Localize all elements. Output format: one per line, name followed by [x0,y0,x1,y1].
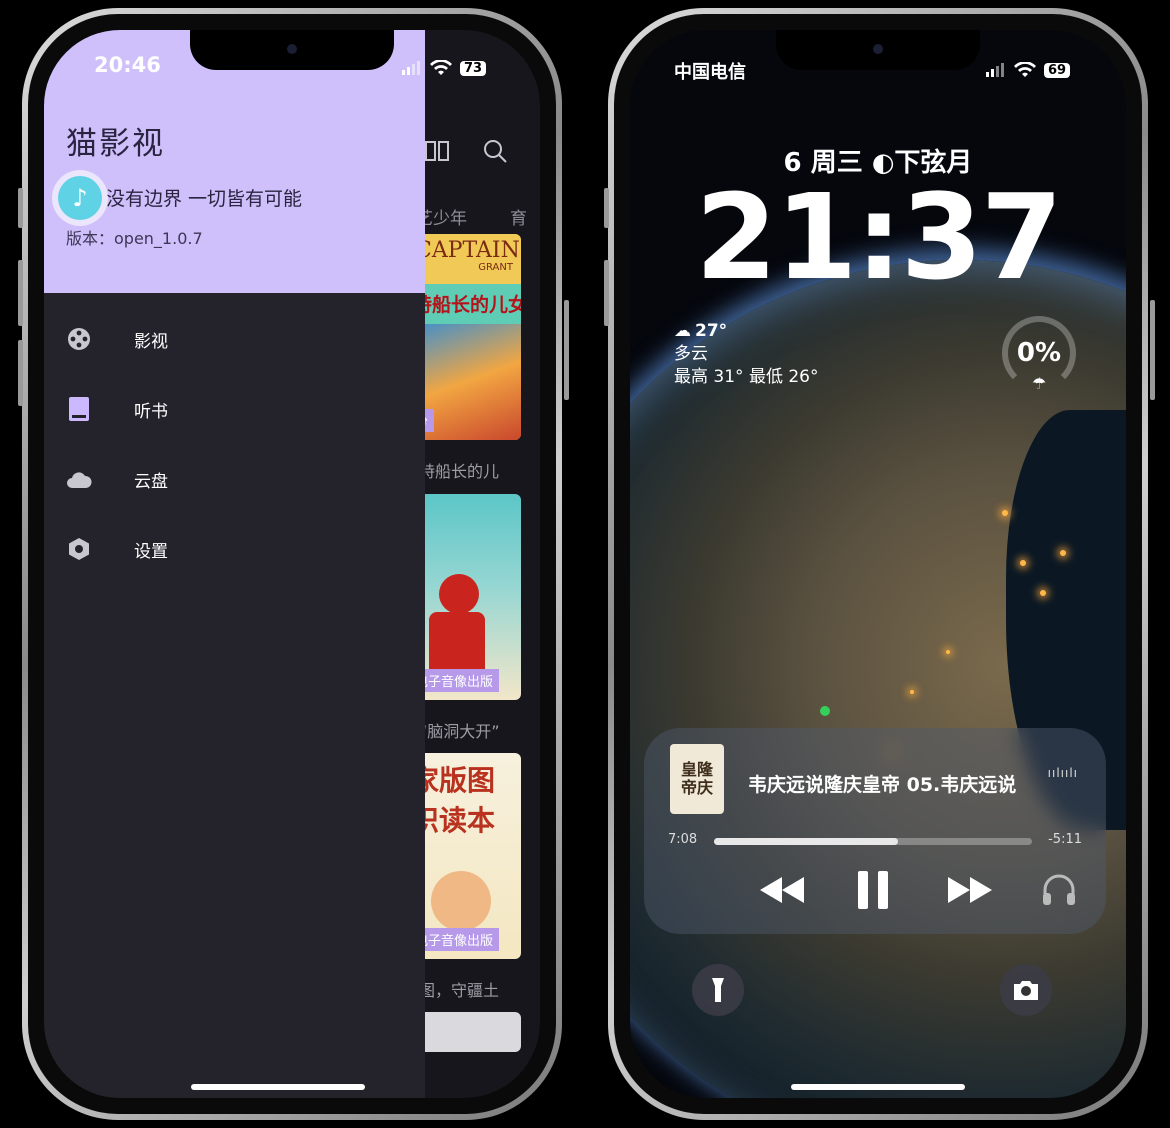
film-reel-icon [64,324,94,354]
wifi-icon [430,60,452,75]
wifi-icon [1014,62,1036,77]
app-screen: 艺少年 育 CAPTAIN GRANT 特船长的儿女 分 特船长的儿 电子音像出… [44,30,540,1098]
cover-cn-title: 特船长的儿女 [409,284,521,324]
progress-bar[interactable] [714,838,1032,845]
cover-cn-title: 家版图 [411,764,496,797]
lock-screen: 中国电信 69 6 周三 ◐下弦月 21:37 ☁ 27° 多云 最高 31° … [630,30,1126,1098]
weather-widget[interactable]: ☁ 27° 多云 最高 31° 最低 26° [674,320,818,389]
status-icons: 73 [402,60,487,76]
weather-condition: 多云 [674,344,708,364]
behind-tab[interactable]: 育 [510,204,527,229]
camera-icon [1014,981,1038,1000]
lock-time: 21:37 [695,168,1063,306]
fast-forward-button[interactable] [948,868,992,912]
book-cover[interactable]: 家版图 识读本 电子音像出版 [409,753,521,959]
status-time: 20:46 [94,53,161,77]
gear-hex-icon [64,534,94,564]
book-open-icon[interactable] [424,138,450,164]
rewind-icon [760,877,804,903]
menu-item-label: 听书 [134,401,168,422]
elapsed-time: 7:08 [668,832,698,847]
umbrella-icon: ☂ [1032,374,1047,393]
pause-icon [858,871,888,909]
app-slogan: 没有边界 一切皆有可能 [106,188,303,210]
cover-caption: “脑洞大开” [419,722,500,741]
battery-indicator: 73 [460,60,487,76]
status-icons: 69 [986,62,1071,78]
book-icon [64,394,94,424]
menu-item-label: 影视 [134,331,168,352]
weather-temp: 27° [695,321,728,341]
book-cover[interactable] [409,1012,521,1052]
menu-item-cloud[interactable]: 云盘 [64,459,168,499]
fast-forward-icon [948,877,992,903]
audio-wave-icon: ıılıılı [1047,766,1078,780]
menu-item-label: 设置 [134,541,168,562]
phone-frame-left: 艺少年 育 CAPTAIN GRANT 特船长的儿女 分 特船长的儿 电子音像出… [22,8,562,1120]
playback-controls [644,868,1106,912]
app-version: 版本：open_1.0.7 [66,229,203,248]
app-title: 猫影视 [66,126,165,162]
book-cover[interactable]: CAPTAIN GRANT 特船长的儿女 分 [409,234,521,440]
now-playing-widget[interactable]: 皇隆帝庆 韦庆远说隆庆皇帝 05.韦庆远说 ıılıılı 7:08 -5:11 [644,728,1106,934]
home-indicator[interactable] [791,1084,965,1090]
signal-icon [986,63,1004,77]
menu-item-label: 云盘 [134,471,168,492]
flashlight-icon [712,978,724,1002]
menu-item-video[interactable]: 影视 [64,319,168,359]
weather-range: 最高 31° 最低 26° [674,367,819,387]
rewind-button[interactable] [760,868,804,912]
carrier-name: 中国电信 [674,62,746,83]
music-note-icon: ♪ [58,176,102,220]
cover-cn-subtitle: 识读本 [411,804,496,837]
cover-title: CAPTAIN [409,234,521,284]
pause-button[interactable] [858,868,888,912]
cover-caption: 图，守疆土 [419,981,500,1000]
cloud-icon: ☁ [674,321,691,341]
remaining-time: -5:11 [1048,832,1082,847]
signal-icon [402,61,420,75]
search-icon[interactable] [482,138,508,164]
floating-music-button[interactable]: ♪ [52,170,108,226]
home-indicator[interactable] [191,1084,365,1090]
track-title: 韦庆远说隆庆皇帝 05.韦庆远说 [748,774,1017,796]
phone-frame-right: 中国电信 69 6 周三 ◐下弦月 21:37 ☁ 27° 多云 最高 31° … [608,8,1148,1120]
book-cover[interactable]: 电子音像出版 [409,494,521,700]
cover-subtitle: GRANT [478,262,513,273]
progress-fill [714,838,899,845]
headphones-icon [1043,874,1075,905]
flashlight-button[interactable] [692,964,744,1016]
cloud-icon [64,464,94,494]
rain-chance-value: 0% [1016,338,1062,368]
battery-indicator: 69 [1044,62,1071,78]
menu-item-settings[interactable]: 设置 [64,529,168,569]
camera-button[interactable] [1000,964,1052,1016]
menu-item-audiobook[interactable]: 听书 [64,389,168,429]
behind-header [424,138,508,164]
cover-caption: 特船长的儿 [419,462,500,481]
audio-output-button[interactable] [1042,868,1076,912]
album-art[interactable]: 皇隆帝庆 [670,744,724,814]
